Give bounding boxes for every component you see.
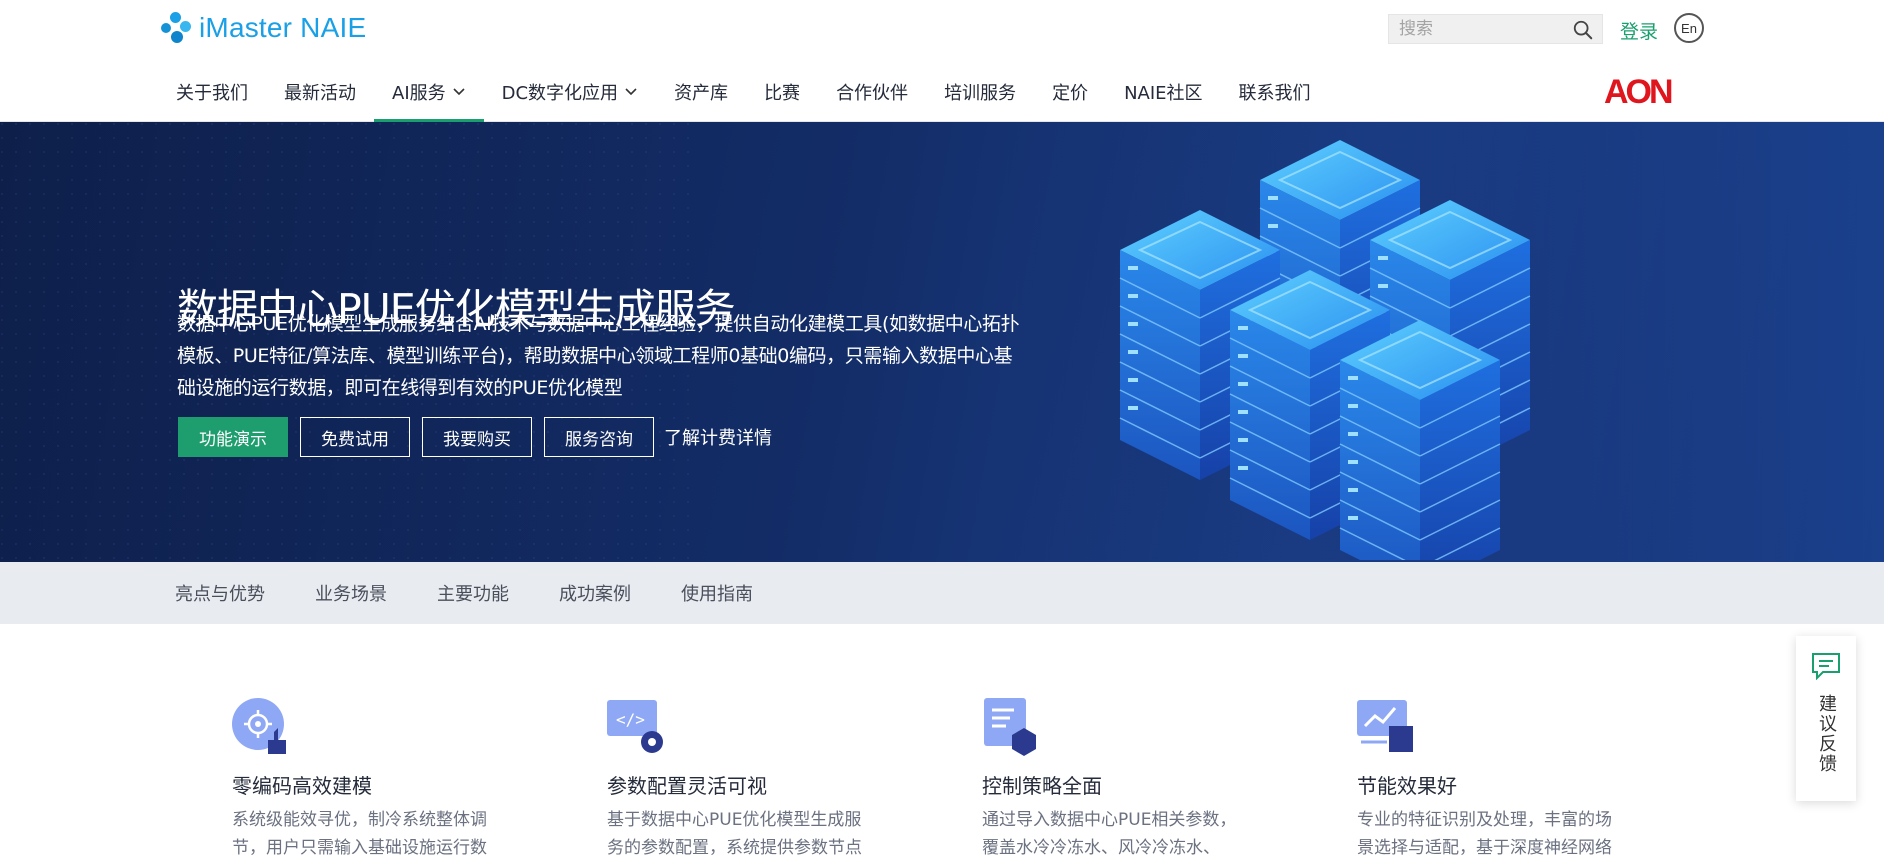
document-cube-icon [984,698,1036,756]
pricing-details-link[interactable]: 了解计费详情 [664,424,772,450]
aon-logo-icon[interactable]: AON [1604,73,1684,109]
chat-bubble-icon [1812,653,1840,680]
feature-title: 控制策略全面 [982,774,1102,798]
subnav-highlights[interactable]: 亮点与优势 [175,580,265,606]
demo-button[interactable]: 功能演示 [178,417,288,457]
feature-description: 基于数据中心PUE优化模型生成服务的参数配置，系统提供参数节点 [607,810,862,858]
nav-item-label: 培训服务 [944,83,1017,104]
server-stack-illustration [1119,140,1531,560]
subnav-scenarios[interactable]: 业务场景 [315,580,387,606]
nav-item-label: NAIE社区 [1124,83,1203,104]
nav-item-label: DC数字化应用 [501,83,619,104]
nav-item-contact[interactable]: 联系我们 [1221,62,1329,122]
nav-item-label: 定价 [1052,83,1089,104]
nav-item-assets[interactable]: 资产库 [656,62,746,122]
nav-item-label: 联系我们 [1238,83,1311,104]
nav-item-dc-apps[interactable]: DC数字化应用 [484,62,656,122]
banner-description: 数据中心PUE优化模型生成服务结合AI技术与数据中心工程经验，提供自动化建模工具… [177,313,1020,399]
target-thumb-icon [232,698,286,754]
code-gear-icon: </> [607,700,663,753]
naie-logo-icon [161,12,191,44]
nav-item-activities[interactable]: 最新活动 [266,62,374,122]
hero-banner: 数据中心PUE优化模型生成服务 数据中心PUE优化模型生成服务结合AI技术与数据… [0,122,1884,562]
svg-text:</>: </> [616,710,645,729]
svg-text:AON: AON [1604,73,1672,109]
feature-description: 通过导入数据中心PUE相关参数，覆盖水冷冷冻水、风冷冷冻水、 [982,810,1237,858]
nav-item-label: 比赛 [764,83,801,104]
feature-card: 零编码高效建模 系统级能效寻优，制冷系统整体调节，用户只需输入基础设施运行数 [232,698,532,858]
nav-item-label: AI服务 [392,83,446,104]
subnav-guide[interactable]: 使用指南 [681,580,753,606]
subnav-cases[interactable]: 成功案例 [559,580,631,606]
feedback-label: 建议反馈 [1816,694,1837,774]
language-switch[interactable]: En [1674,13,1704,43]
feature-title: 零编码高效建模 [232,774,372,798]
search-input[interactable] [1397,18,1567,40]
login-link[interactable]: 登录 [1620,17,1658,44]
feature-description: 系统级能效寻优，制冷系统整体调节，用户只需输入基础设施运行数 [232,810,487,858]
chevron-down-icon [625,88,637,96]
nav-item-competition[interactable]: 比赛 [746,62,818,122]
buy-button[interactable]: 我要购买 [422,417,532,457]
feature-title: 参数配置灵活可视 [607,774,767,798]
search-icon[interactable] [1572,19,1594,41]
nav-item-community[interactable]: NAIE社区 [1106,62,1220,122]
chevron-down-icon [453,88,465,96]
nav-item-label: 合作伙伴 [836,83,909,104]
nav-item-pricing[interactable]: 定价 [1034,62,1106,122]
free-trial-button[interactable]: 免费试用 [300,417,410,457]
banner-actions: 功能演示 免费试用 我要购买 服务咨询 了解计费详情 [178,417,772,457]
feature-title: 节能效果好 [1357,774,1457,798]
subnav-functions[interactable]: 主要功能 [437,580,509,606]
nav-item-label: 资产库 [674,83,729,104]
feature-card: </> 参数配置灵活可视 基于数据中心PUE优化模型生成服务的参数配置，系统提供… [607,698,907,858]
nav-item-partners[interactable]: 合作伙伴 [818,62,926,122]
consult-button[interactable]: 服务咨询 [544,417,654,457]
top-header: iMaster NAIE 登录 En 关于我们 最新活动 AI服务 DC数字化应… [0,0,1884,122]
main-nav: 关于我们 最新活动 AI服务 DC数字化应用 资产库 比赛 合作伙伴 培训服务 … [160,62,1329,122]
brand-logo[interactable]: iMaster NAIE [161,12,366,44]
search-box [1388,14,1603,44]
nav-item-ai-service[interactable]: AI服务 [374,62,484,122]
nav-item-training[interactable]: 培训服务 [926,62,1034,122]
feature-card: 节能效果好 专业的特征识别及处理，丰富的场景选择与适配，基于深度神经网络 [1357,698,1657,858]
feature-card: 控制策略全面 通过导入数据中心PUE相关参数，覆盖水冷冷冻水、风冷冷冻水、 [982,698,1282,858]
section-subnav: 亮点与优势 业务场景 主要功能 成功案例 使用指南 [0,562,1884,624]
feature-description: 专业的特征识别及处理，丰富的场景选择与适配，基于深度神经网络 [1357,810,1612,858]
brand-name: iMaster NAIE [199,12,367,43]
nav-item-label: 关于我们 [176,83,248,104]
feedback-widget[interactable]: 建议反馈 [1796,636,1856,801]
nav-item-label: 最新活动 [284,83,356,104]
nav-item-about[interactable]: 关于我们 [160,62,266,122]
chart-monitor-icon [1357,700,1413,752]
